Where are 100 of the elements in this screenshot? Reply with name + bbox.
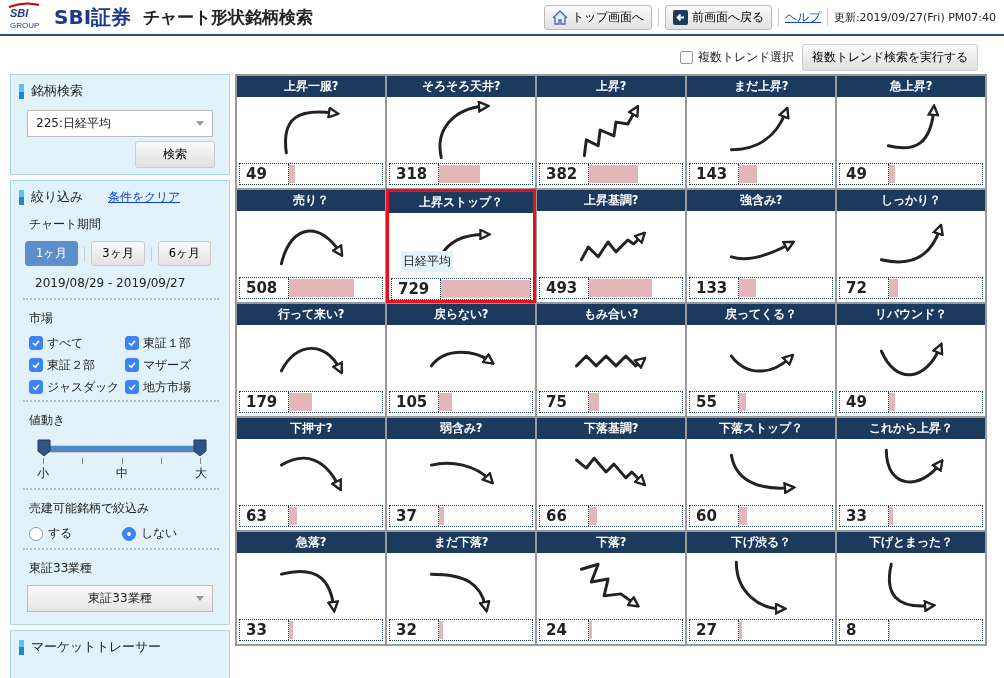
trend-card[interactable]: 急上昇? 49 (836, 75, 986, 189)
trend-card[interactable]: 下げ渋る？ 27 (686, 531, 836, 645)
checkmark-icon (127, 338, 137, 348)
trend-arrow-icon (879, 223, 944, 264)
trend-arrow-icon (429, 350, 495, 368)
trend-card[interactable]: 下げとまった？ 8 (836, 531, 986, 645)
range-slider[interactable]: 小 中 大 (37, 437, 207, 482)
trend-card[interactable]: 戻らない? 105 (386, 303, 536, 417)
trend-arrow-icon (582, 104, 640, 158)
radio-button[interactable] (122, 526, 136, 541)
checkbox-label: 地方市場 (143, 379, 191, 396)
clear-link[interactable]: 条件をクリア (108, 189, 180, 206)
trend-card[interactable]: まだ上昇? 143 (686, 75, 836, 189)
checkbox[interactable] (125, 336, 139, 350)
trend-card[interactable]: もみ合い? 75 (536, 303, 686, 417)
trend-arrow-icon (729, 240, 795, 261)
trend-title: 急落? (237, 532, 385, 553)
slider-thumb[interactable] (193, 439, 207, 457)
sector-select[interactable]: 東証33業種 (27, 585, 213, 612)
trend-title: 下げとまった？ (837, 532, 985, 553)
trend-arrow-icon (438, 101, 490, 160)
section-label: チャート期間 (29, 216, 102, 233)
trend-title: 下落ストップ？ (687, 418, 835, 439)
page-title: チャート形状銘柄検索 (143, 5, 314, 29)
trend-card[interactable]: 急落? 33 (236, 531, 386, 645)
checkbox-label: 東証２部 (47, 357, 95, 374)
trend-arrow-icon (279, 570, 339, 613)
trend-title: 戻らない? (387, 304, 535, 325)
trend-card[interactable]: そろそろ天井? 318 (386, 75, 536, 189)
trend-card[interactable]: 弱含み? 37 (386, 417, 536, 531)
trend-card[interactable]: リバウンド？ 49 (836, 303, 986, 417)
logo-subtext: GROUP (10, 21, 40, 30)
trend-card[interactable]: しっかり？ 72 (836, 189, 986, 303)
trend-arrow-icon (279, 229, 344, 266)
trend-title: 上昇? (537, 76, 685, 97)
match-count: 27 (695, 620, 718, 640)
panel-title: 銘柄検索 (31, 83, 83, 100)
nav-button[interactable]: トップ画面へ (543, 4, 652, 30)
match-count: 37 (395, 506, 418, 526)
home-icon (551, 9, 568, 25)
trend-card[interactable]: 強含み? 133 (686, 189, 836, 303)
trend-card[interactable]: 上昇基調? 493 (536, 189, 686, 303)
help-link[interactable]: ヘルプ (784, 8, 821, 26)
trend-title: 上昇基調? (537, 190, 685, 211)
match-count: 55 (695, 392, 718, 412)
checkmark-icon (31, 338, 41, 348)
trend-card[interactable]: 下落? 24 (536, 531, 686, 645)
checkbox[interactable] (125, 380, 139, 394)
trend-title: 売り？ (237, 190, 385, 211)
section-marker-icon (19, 640, 24, 655)
period-tab[interactable]: 3ヶ月 (91, 241, 145, 266)
checkbox[interactable] (125, 358, 139, 372)
trend-arrow-icon (734, 560, 787, 615)
trend-card[interactable]: 下落基調? 66 (536, 417, 686, 531)
checkbox[interactable] (29, 380, 43, 394)
logo-mark: SBI (10, 7, 29, 19)
trend-title: 下げ渋る？ (687, 532, 835, 553)
checkbox[interactable] (29, 358, 43, 372)
trend-card[interactable]: これから上昇？ 33 (836, 417, 986, 531)
date-range: 2019/08/29 - 2019/09/27 (35, 276, 187, 290)
checkbox[interactable] (680, 50, 693, 64)
section-label: 値動き (29, 412, 66, 429)
run-search-button[interactable]: 複数トレンド検索を実行する (802, 43, 978, 71)
trend-card[interactable]: 下落ストップ？ 60 (686, 417, 836, 531)
panel-title: 絞り込み (31, 189, 83, 206)
trend-card[interactable]: 売り？ 508 (236, 189, 386, 303)
period-tab[interactable]: 6ヶ月 (157, 241, 211, 266)
stock-select[interactable]: 225:日経平均 (27, 110, 213, 137)
match-count: 32 (395, 620, 418, 640)
trend-arrow-icon (879, 342, 943, 377)
brand-name: SBI証券 (54, 3, 132, 31)
trend-arrow-icon (729, 353, 795, 373)
radio-button[interactable] (29, 526, 43, 541)
trend-title: 下落? (537, 532, 685, 553)
trend-card[interactable]: まだ下落? 32 (386, 531, 536, 645)
match-count: 8 (845, 620, 858, 640)
trend-card[interactable]: 戻ってくる？ 55 (686, 303, 836, 417)
trend-card[interactable]: 行って来い? 179 (236, 303, 386, 417)
match-count: 49 (845, 392, 868, 412)
trend-arrow-icon (279, 456, 343, 492)
match-count: 382 (545, 164, 579, 184)
trend-title: しっかり？ (837, 190, 985, 211)
match-count: 24 (545, 620, 568, 640)
trend-arrow-icon (575, 354, 647, 369)
checkbox[interactable] (29, 336, 43, 350)
trend-card[interactable]: 上昇? 382 (536, 75, 686, 189)
nav-button[interactable]: 前画面へ戻る (664, 4, 772, 30)
trend-title: 上昇ストップ？ (389, 192, 533, 213)
match-count: 49 (845, 164, 868, 184)
trend-card[interactable]: 上昇一服? 49 (236, 75, 386, 189)
slider-tick-label: 中 (116, 465, 128, 482)
trend-title: 急上昇? (837, 76, 985, 97)
slider-thumb[interactable] (37, 439, 51, 457)
trend-card[interactable]: 下押す? 63 (236, 417, 386, 531)
checkmark-icon (127, 382, 137, 392)
checkmark-icon (127, 360, 137, 370)
section-marker-icon (19, 190, 24, 205)
search-button[interactable]: 検索 (135, 141, 215, 168)
match-count: 493 (545, 278, 579, 298)
trend-card[interactable]: 上昇ストップ？ 日経平均 729 (386, 189, 536, 303)
